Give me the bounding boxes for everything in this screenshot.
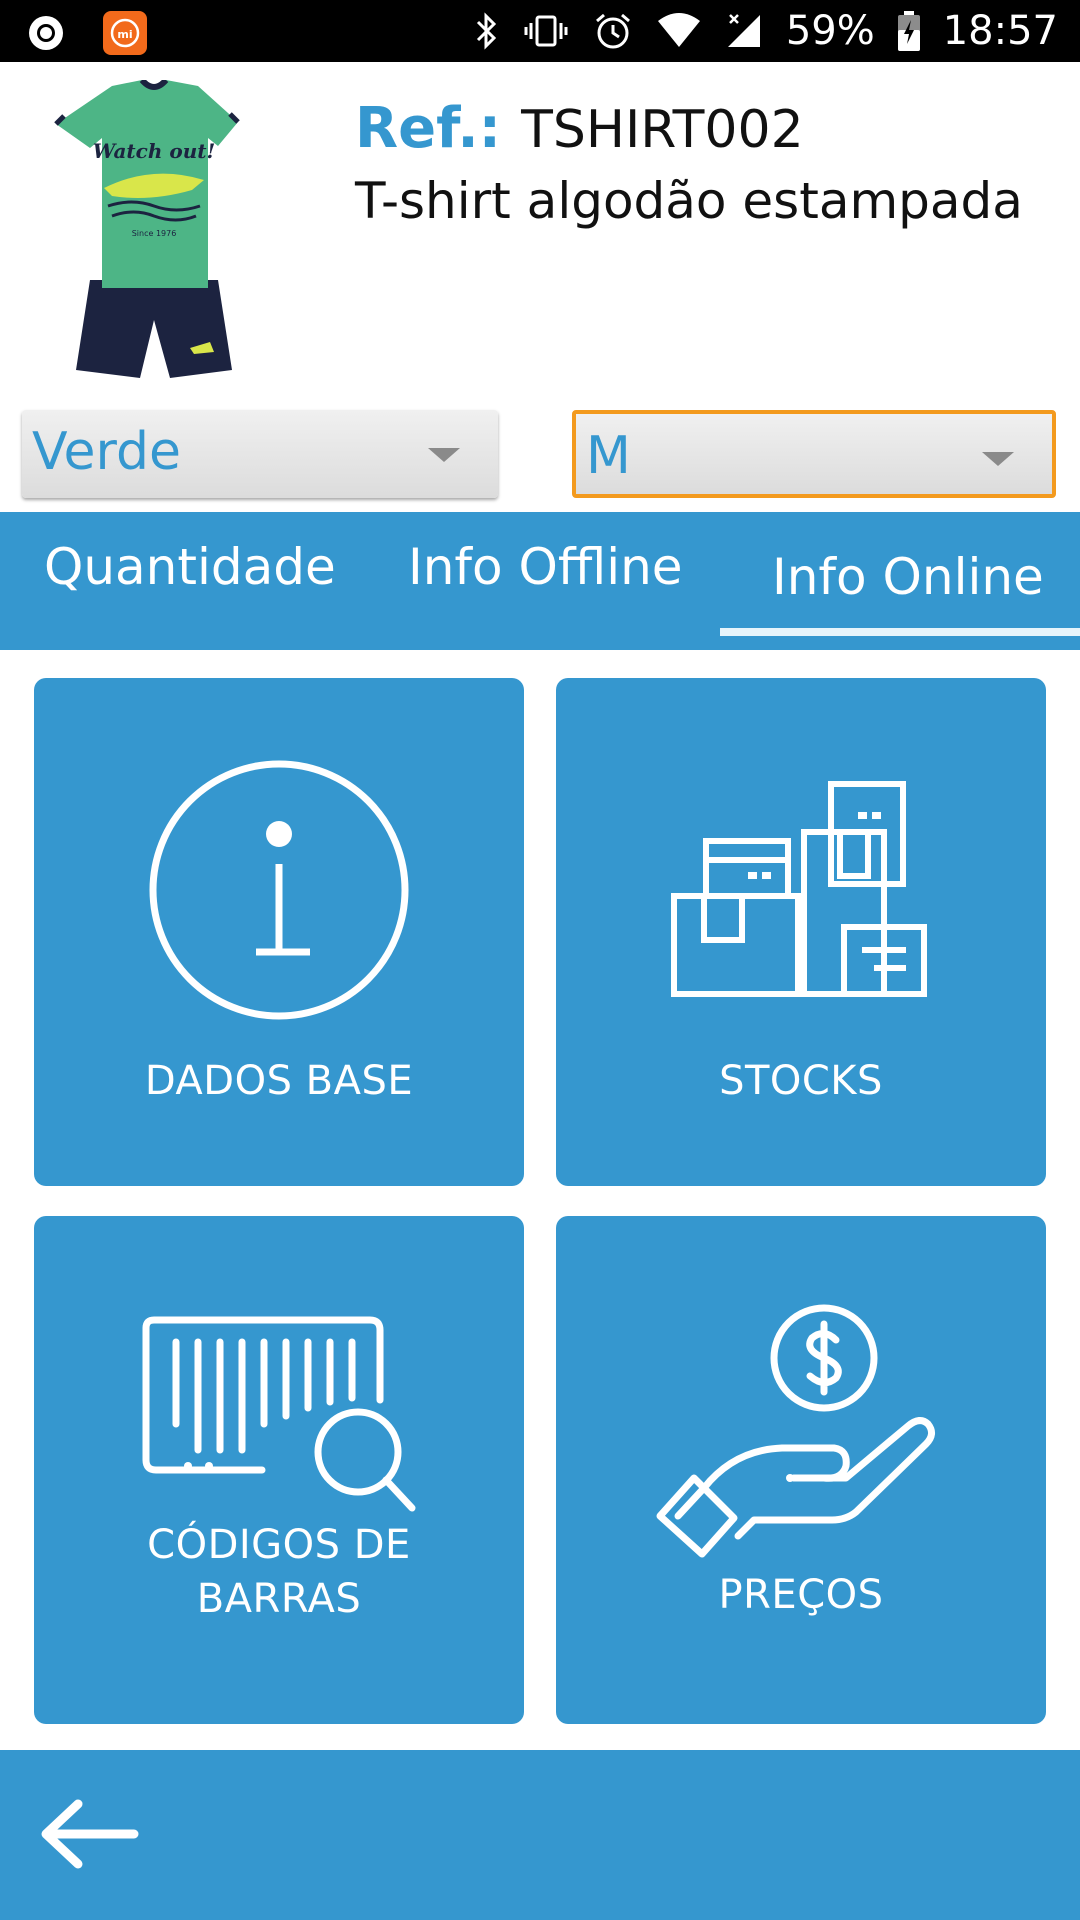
- tab-quantidade[interactable]: Quantidade: [44, 512, 344, 650]
- ref-label: Ref.:: [355, 96, 502, 161]
- battery-percent: 59%: [785, 8, 875, 54]
- dropdown-arrow-icon: [982, 452, 1014, 466]
- wifi-icon: [656, 11, 702, 51]
- tile-label: STOCKS: [719, 1058, 883, 1104]
- boxes-icon: [556, 678, 1046, 1038]
- ref-code: TSHIRT002: [521, 100, 804, 160]
- battery-charging-icon: [897, 10, 921, 52]
- size-select-value: M: [586, 426, 631, 486]
- dropdown-arrow-icon: [428, 448, 460, 462]
- vibrate-icon: [522, 11, 570, 51]
- product-name: T-shirt algodão estampada: [355, 172, 1023, 230]
- color-select-value: Verde: [32, 422, 181, 482]
- tab-bar: Quantidade Info Offline Info Online: [0, 512, 1080, 650]
- tile-precos[interactable]: PREÇOS: [556, 1216, 1046, 1724]
- svg-text:Since 1976: Since 1976: [132, 229, 177, 238]
- bluetooth-icon: [472, 11, 500, 51]
- record-icon: [26, 13, 66, 53]
- size-select[interactable]: M: [572, 410, 1056, 498]
- info-circle-icon: [34, 678, 524, 1038]
- tile-label: PREÇOS: [718, 1572, 884, 1618]
- tile-label: DADOS BASE: [144, 1058, 414, 1104]
- active-tab-indicator: [720, 628, 1080, 636]
- tab-label: Quantidade: [44, 538, 336, 596]
- svg-text:Watch out!: Watch out!: [93, 139, 216, 163]
- status-time: 18:57: [942, 8, 1058, 54]
- tile-stocks[interactable]: STOCKS: [556, 678, 1046, 1186]
- tile-dados-base[interactable]: DADOS BASE: [34, 678, 524, 1186]
- signal-icon: [724, 11, 764, 51]
- tab-info-offline[interactable]: Info Offline: [408, 512, 708, 650]
- product-reference: Ref.: TSHIRT002: [355, 96, 804, 161]
- tab-label: Info Online: [772, 548, 1044, 606]
- mi-app-icon: mi: [102, 10, 148, 56]
- status-bar: mi 59% 18:57: [0, 0, 1080, 62]
- hand-coin-icon: [556, 1216, 1046, 1576]
- color-select[interactable]: Verde: [22, 410, 498, 498]
- svg-text:mi: mi: [117, 28, 132, 41]
- back-button[interactable]: [30, 1790, 150, 1880]
- tile-codigos-de-barras[interactable]: CÓDIGOS DE BARRAS: [34, 1216, 524, 1724]
- status-bar-right: 59% 18:57: [472, 0, 1058, 62]
- tile-label: CÓDIGOS DE BARRAS: [147, 1522, 411, 1622]
- status-bar-left: mi: [26, 10, 148, 56]
- arrow-left-icon: [41, 1799, 139, 1869]
- alarm-icon: [592, 11, 634, 51]
- product-image: Watch out! Since 1976: [42, 77, 282, 390]
- bottom-bar: [0, 1750, 1080, 1920]
- tab-label: Info Offline: [408, 538, 683, 596]
